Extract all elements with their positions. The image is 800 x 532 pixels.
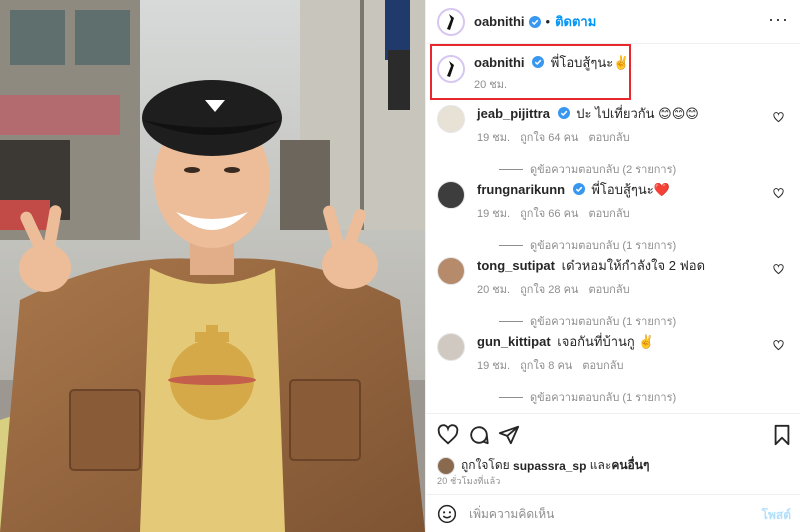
likes-summary: ถูกใจโดย supassra_sp และ คนอื่นๆ: [437, 456, 649, 475]
comment-meta: 19 ชม. ถูกใจ 64 คน ตอบกลับ: [477, 128, 792, 146]
share-icon[interactable]: [498, 424, 520, 446]
likes-prefix: ถูกใจโดย: [461, 458, 510, 472]
bookmark-icon[interactable]: [771, 424, 793, 446]
comment-meta: 20 ชม. ถูกใจ 28 คน ตอบกลับ: [477, 280, 792, 298]
view-replies-button[interactable]: ดูข้อความตอบกลับ (2 รายการ): [499, 160, 792, 178]
comment-avatar[interactable]: [437, 181, 465, 209]
comment-username[interactable]: tong_sutipat: [477, 258, 555, 273]
author-avatar-icon: [447, 13, 454, 30]
add-comment-input[interactable]: [469, 505, 749, 523]
author-username[interactable]: oabnithi: [474, 14, 525, 29]
comment-likes[interactable]: ถูกใจ 66 คน: [520, 204, 578, 222]
comment-body: tong_sutipat เด๋วหอมให้กำลังใจ 2 ฟอด 20 …: [477, 257, 792, 330]
view-replies-label: ดูข้อความตอบกลับ (1 รายการ): [530, 240, 677, 252]
comment-item: frungnarikunn พี่โอบสู้ๆนะ❤️ 19 ชม. ถูกใ…: [437, 181, 792, 254]
view-replies-label: ดูข้อความตอบกลับ (2 รายการ): [530, 164, 677, 176]
comment-meta: 19 ชม. ถูกใจ 66 คน ตอบกลับ: [477, 204, 792, 222]
comment-like-heart-icon[interactable]: [773, 264, 784, 275]
add-comment-bar: โพสต์: [426, 494, 800, 532]
post-comment-button[interactable]: โพสต์: [762, 506, 791, 525]
comment-likes[interactable]: ถูกใจ 8 คน: [520, 356, 572, 374]
comment-avatar[interactable]: [437, 257, 465, 285]
view-replies-label: ดูข้อความตอบกลับ (1 รายการ): [530, 316, 677, 328]
comment-time: 19 ชม.: [477, 208, 511, 220]
comment-likes[interactable]: ถูกใจ 28 คน: [520, 280, 578, 298]
author-avatar[interactable]: [437, 7, 465, 36]
comment-like-heart-icon[interactable]: [773, 112, 784, 123]
verified-icon: [557, 107, 570, 119]
comment-item: gun_kittipat เจอกันที่บ้านกู ✌️ 19 ชม. ถ…: [437, 333, 792, 406]
comment-time: 20 ชม.: [477, 284, 511, 296]
view-replies-label: ดูข้อความตอบกลับ (1 รายการ): [530, 392, 677, 404]
comment-body: gun_kittipat เจอกันที่บ้านกู ✌️ 19 ชม. ถ…: [477, 333, 792, 406]
reply-button[interactable]: ตอบกลับ: [588, 204, 629, 222]
follow-button[interactable]: ติดตาม: [555, 11, 596, 32]
reply-button[interactable]: ตอบกลับ: [588, 128, 629, 146]
post-photo[interactable]: [0, 0, 425, 532]
view-replies-button[interactable]: ดูข้อความตอบกลับ (1 รายการ): [499, 388, 792, 406]
comment-avatar[interactable]: [437, 105, 465, 133]
post-header: oabnithi • ติดตาม ···: [426, 0, 800, 44]
replies-divider: [499, 168, 523, 170]
comment-avatar[interactable]: [437, 333, 465, 361]
replies-divider: [499, 320, 523, 322]
post-timestamp: 20 ชั่วโมงที่แล้ว: [437, 476, 501, 486]
comment-username[interactable]: gun_kittipat: [477, 334, 551, 349]
comment-time: 19 ชม.: [477, 132, 511, 144]
comment-text: ปะ ไปเที่ยวกัน 😊😊😊: [576, 106, 699, 121]
comment-text: เด๋วหอมให้กำลังใจ 2 ฟอด: [561, 258, 706, 273]
caption-highlight-box: [430, 44, 631, 100]
likes-middle: และ: [589, 458, 612, 472]
likes-others-link[interactable]: คนอื่นๆ: [611, 456, 649, 475]
comment-like-heart-icon[interactable]: [773, 188, 784, 199]
comment-username[interactable]: frungnarikunn: [477, 182, 565, 197]
comment-text: พี่โอบสู้ๆนะ❤️: [591, 182, 670, 197]
comment-body: jeab_pijittra ปะ ไปเที่ยวกัน 😊😊😊 19 ชม. …: [477, 105, 792, 178]
action-bar: [426, 413, 800, 453]
reply-button[interactable]: ตอบกลับ: [582, 356, 623, 374]
comment-like-heart-icon[interactable]: [773, 340, 784, 351]
verified-icon: [572, 183, 585, 195]
more-options-icon[interactable]: ···: [768, 10, 789, 28]
comment-username[interactable]: jeab_pijittra: [477, 106, 550, 121]
view-replies-button[interactable]: ดูข้อความตอบกลับ (1 รายการ): [499, 236, 792, 254]
emoji-icon[interactable]: [437, 504, 457, 524]
replies-divider: [499, 244, 523, 246]
photo-illustration: [0, 0, 425, 532]
comment-body: frungnarikunn พี่โอบสู้ๆนะ❤️ 19 ชม. ถูกใ…: [477, 181, 792, 254]
comment-icon[interactable]: [468, 424, 490, 446]
liker-avatar[interactable]: [437, 456, 455, 475]
comment-time: 19 ชม.: [477, 360, 511, 372]
verified-icon: [528, 15, 541, 28]
heart-icon[interactable]: [437, 424, 459, 446]
replies-divider: [499, 396, 523, 398]
view-replies-button[interactable]: ดูข้อความตอบกลับ (1 รายการ): [499, 312, 792, 330]
comment-likes[interactable]: ถูกใจ 64 คน: [520, 128, 578, 146]
comment-meta: 19 ชม. ถูกใจ 8 คน ตอบกลับ: [477, 356, 792, 374]
comment-item: tong_sutipat เด๋วหอมให้กำลังใจ 2 ฟอด 20 …: [437, 257, 792, 330]
comment-text: เจอกันที่บ้านกู ✌️: [557, 334, 655, 349]
liker-username[interactable]: supassra_sp: [513, 459, 586, 473]
comment-item: jeab_pijittra ปะ ไปเที่ยวกัน 😊😊😊 19 ชม. …: [437, 105, 792, 178]
instagram-post-window: oabnithi • ติดตาม ··· oabnithi พี่โอบสู้…: [0, 0, 800, 532]
separator-dot: •: [545, 14, 551, 29]
reply-button[interactable]: ตอบกลับ: [588, 280, 629, 298]
